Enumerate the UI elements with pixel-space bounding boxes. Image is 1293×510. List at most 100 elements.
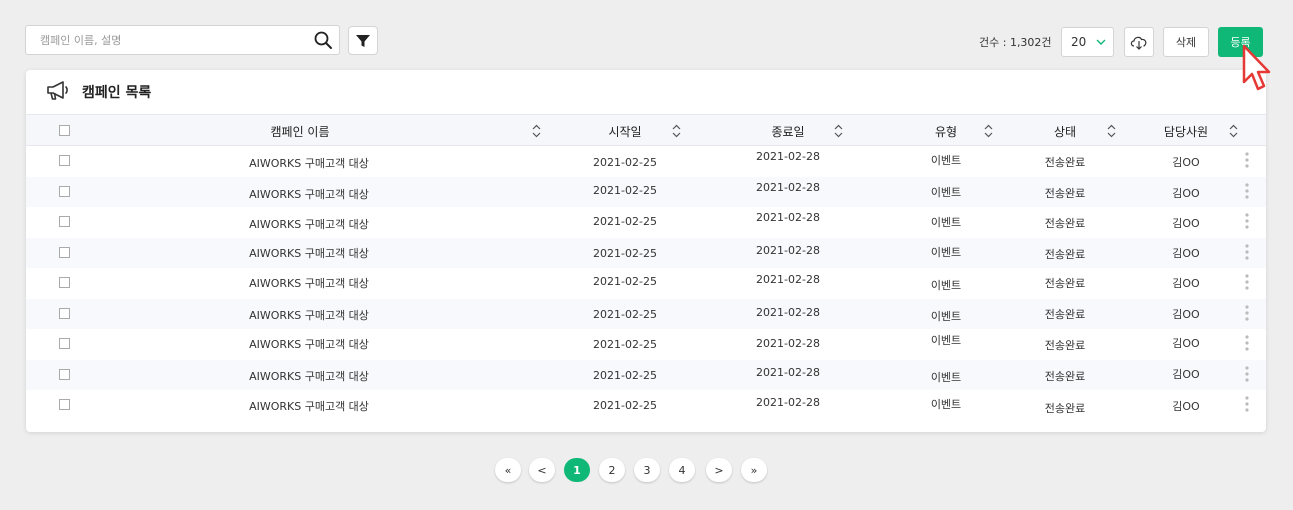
card-title: 캠페인 목록 (82, 85, 152, 101)
campaign-name[interactable]: AIWORKS 구매고객 대상 (249, 155, 369, 171)
row-checkbox[interactable] (59, 368, 70, 380)
end-date: 2021-02-28 (756, 365, 820, 379)
page-button-1[interactable]: 1 (564, 458, 590, 482)
table-row[interactable]: AIWORKS 구매고객 대상 2021-02-25 2021-02-28 이벤… (26, 359, 1266, 390)
campaign-status: 전송완료 (1044, 307, 1086, 321)
campaign-type: 이벤트 (930, 398, 962, 411)
campaign-name[interactable]: AIWORKS 구매고객 대상 (249, 336, 369, 352)
campaign-status: 전송완료 (1044, 402, 1086, 415)
search-input[interactable] (26, 26, 311, 54)
table-row[interactable]: AIWORKS 구매고객 대상 2021-02-25 2021-02-28 이벤… (26, 298, 1266, 329)
row-checkbox[interactable] (59, 216, 70, 227)
funnel-icon (356, 34, 370, 47)
prev-page-button[interactable]: < (529, 458, 555, 482)
row-checkbox[interactable] (59, 155, 70, 166)
sort-icon[interactable] (1229, 124, 1238, 138)
download-button[interactable] (1124, 27, 1154, 57)
campaign-name[interactable]: AIWORKS 구매고객 대상 (249, 216, 369, 232)
table-header-row: 캠페인 이름 시작일 종료일 유형 상태 담당사원 (26, 114, 1266, 146)
table-row[interactable]: AIWORKS 구매고객 대상 2021-02-25 2021-02-28 이벤… (26, 146, 1266, 177)
page-button-4[interactable]: 4 (669, 458, 695, 482)
start-date: 2021-02-25 (593, 399, 657, 412)
sort-icon[interactable] (532, 124, 541, 138)
more-vertical-icon[interactable] (1245, 335, 1249, 351)
start-date: 2021-02-25 (593, 307, 657, 321)
pointer-cursor-icon (1242, 44, 1271, 91)
end-date: 2021-02-28 (756, 243, 820, 257)
row-checkbox[interactable] (59, 307, 70, 319)
page-button-3[interactable]: 3 (634, 458, 660, 482)
end-date: 2021-02-28 (756, 337, 820, 350)
end-date: 2021-02-28 (756, 396, 820, 409)
sort-icon[interactable] (834, 124, 843, 138)
filter-button[interactable] (348, 26, 378, 55)
sort-icon[interactable] (984, 124, 993, 138)
page-size-select[interactable]: 20 (1061, 27, 1114, 57)
next-page-button[interactable]: > (706, 458, 732, 482)
table-row[interactable]: AIWORKS 구매고객 대상 2021-02-25 2021-02-28 이벤… (26, 329, 1266, 360)
row-checkbox[interactable] (59, 399, 70, 410)
table-row[interactable]: AIWORKS 구매고객 대상 2021-02-25 2021-02-28 이벤… (26, 176, 1266, 207)
end-date: 2021-02-28 (756, 150, 820, 163)
table-row[interactable]: AIWORKS 구매고객 대상 2021-02-25 2021-02-28 이벤… (26, 237, 1266, 268)
table-row[interactable]: AIWORKS 구매고객 대상 2021-02-25 2021-02-28 이벤… (26, 207, 1266, 238)
campaign-status: 전송완료 (1044, 217, 1086, 230)
row-checkbox[interactable] (59, 338, 70, 349)
column-header-end-date: 종료일 (771, 125, 805, 139)
campaign-type: 이벤트 (930, 185, 962, 199)
more-vertical-icon[interactable] (1245, 213, 1249, 229)
campaign-status: 전송완료 (1044, 277, 1086, 290)
more-vertical-icon[interactable] (1245, 182, 1249, 199)
campaign-status: 전송완료 (1044, 247, 1086, 261)
owner-name: 김OO (1172, 186, 1200, 200)
sort-icon[interactable] (672, 124, 681, 138)
row-checkbox[interactable] (59, 277, 70, 288)
campaign-status: 전송완료 (1044, 156, 1086, 169)
campaign-status: 전송완료 (1044, 186, 1086, 200)
chevron-down-icon (1096, 39, 1106, 45)
delete-button[interactable]: 삭제 (1163, 27, 1209, 57)
column-header-status: 상태 (1053, 125, 1077, 139)
owner-name: 김OO (1172, 307, 1200, 321)
end-date: 2021-02-28 (756, 273, 820, 286)
more-vertical-icon[interactable] (1245, 152, 1249, 168)
owner-name: 김OO (1172, 277, 1200, 290)
search-icon[interactable] (313, 30, 333, 50)
start-date: 2021-02-25 (593, 156, 657, 169)
toolbar: 건수 : 1,302건 20 삭제 등록 (0, 0, 1293, 91)
more-vertical-icon[interactable] (1245, 274, 1249, 290)
total-count: 건수 : 1,302건 (979, 36, 1052, 49)
more-vertical-icon[interactable] (1245, 365, 1249, 382)
campaign-status: 전송완료 (1044, 339, 1086, 352)
row-checkbox[interactable] (59, 246, 70, 258)
more-vertical-icon[interactable] (1245, 304, 1249, 321)
row-checkbox[interactable] (59, 185, 70, 197)
more-vertical-icon[interactable] (1245, 396, 1249, 412)
table-row[interactable]: AIWORKS 구매고객 대상 2021-02-25 2021-02-28 이벤… (26, 390, 1266, 421)
campaign-type: 이벤트 (930, 245, 962, 259)
campaign-name[interactable]: AIWORKS 구매고객 대상 (249, 307, 369, 323)
first-page-button[interactable]: « (495, 458, 521, 482)
owner-name: 김OO (1172, 337, 1200, 350)
more-vertical-icon[interactable] (1245, 243, 1249, 260)
table-row[interactable]: AIWORKS 구매고객 대상 2021-02-25 2021-02-28 이벤… (26, 268, 1266, 299)
column-header-name: 캠페인 이름 (270, 125, 330, 139)
campaign-name[interactable]: AIWORKS 구매고객 대상 (249, 245, 369, 261)
campaign-name[interactable]: AIWORKS 구매고객 대상 (249, 186, 369, 202)
pagination: « < 1 2 3 4 > » (0, 458, 1293, 482)
column-header-start-date: 시작일 (608, 125, 642, 139)
start-date: 2021-02-25 (593, 215, 657, 228)
page-button-2[interactable]: 2 (599, 458, 625, 482)
sort-icon[interactable] (1107, 124, 1116, 138)
campaign-name[interactable]: AIWORKS 구매고객 대상 (249, 398, 369, 414)
owner-name: 김OO (1172, 217, 1200, 230)
owner-name: 김OO (1172, 367, 1200, 381)
last-page-button[interactable]: » (741, 458, 767, 482)
owner-name: 김OO (1172, 400, 1200, 413)
megaphone-icon (47, 81, 68, 100)
owner-name: 김OO (1172, 156, 1200, 169)
campaign-name[interactable]: AIWORKS 구매고객 대상 (249, 275, 369, 291)
select-all-checkbox[interactable] (59, 125, 70, 136)
campaign-name[interactable]: AIWORKS 구매고객 대상 (249, 368, 369, 384)
column-header-owner: 담당사원 (1163, 125, 1209, 139)
